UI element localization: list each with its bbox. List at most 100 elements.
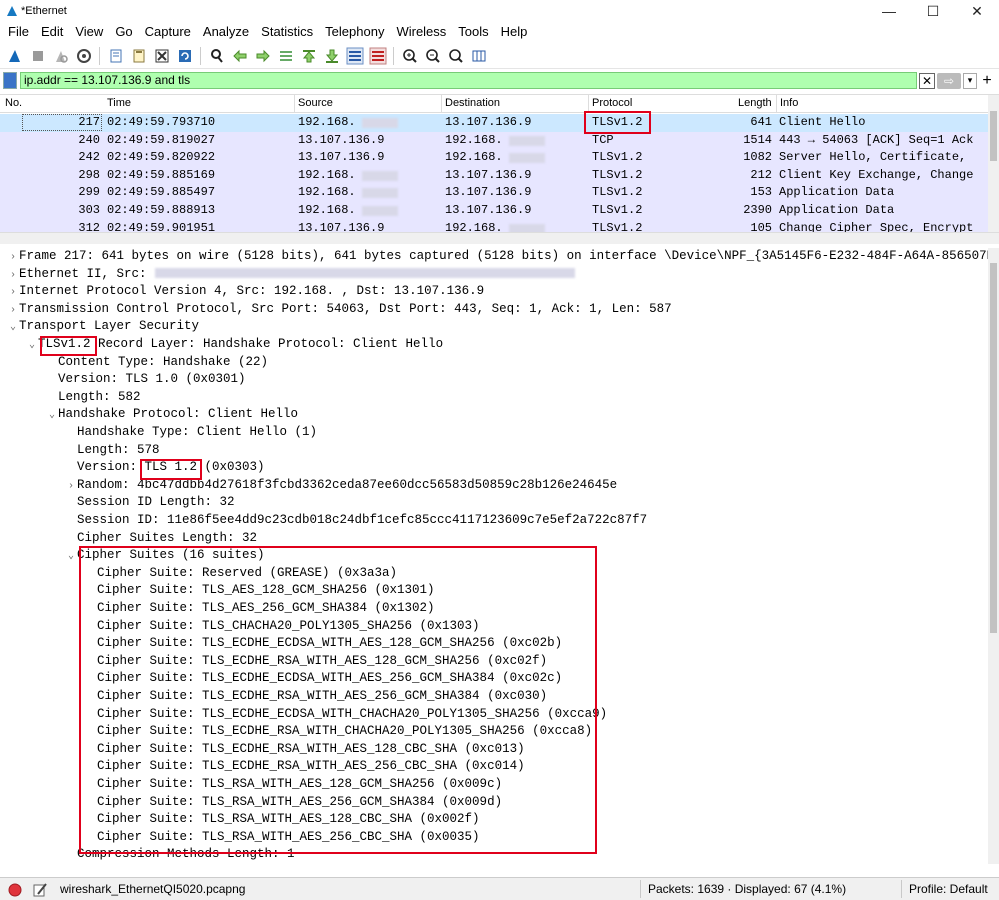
go-back-icon[interactable] bbox=[229, 45, 250, 66]
detail-tree-line[interactable]: ⌄ Handshake Protocol: Client Hello bbox=[46, 406, 298, 424]
close-file-icon[interactable] bbox=[151, 45, 172, 66]
collapsed-chevron-icon[interactable]: › bbox=[7, 267, 19, 285]
column-divider[interactable] bbox=[294, 95, 295, 113]
go-first-icon[interactable] bbox=[298, 45, 319, 66]
add-filter-button[interactable]: + bbox=[979, 72, 995, 89]
resize-columns-icon[interactable] bbox=[468, 45, 489, 66]
capture-options-icon[interactable] bbox=[73, 45, 94, 66]
autoscroll-icon[interactable] bbox=[344, 45, 365, 66]
collapsed-chevron-icon[interactable]: › bbox=[65, 478, 77, 496]
zoom-in-icon[interactable] bbox=[399, 45, 420, 66]
column-header-length[interactable]: Length bbox=[738, 97, 772, 109]
profile-status[interactable]: Profile: Default bbox=[909, 882, 988, 896]
detail-tree-line[interactable]: Cipher Suite: TLS_RSA_WITH_AES_128_CBC_S… bbox=[85, 811, 480, 829]
collapsed-chevron-icon[interactable]: › bbox=[7, 249, 19, 267]
restart-icon[interactable] bbox=[50, 45, 71, 66]
collapsed-chevron-icon[interactable]: › bbox=[7, 284, 19, 302]
zoom-out-icon[interactable] bbox=[422, 45, 443, 66]
detail-tree-line[interactable]: Content Type: Handshake (22) bbox=[46, 354, 268, 372]
packet-row[interactable]: 242 02:49:59.820922 13.107.136.9 192.168. TL… bbox=[0, 149, 988, 167]
minimize-button[interactable]: — bbox=[867, 0, 911, 22]
packet-row[interactable]: 303 02:49:59.888913 192.168. 13.107.136.9 TL… bbox=[0, 202, 988, 220]
capture-comment-icon[interactable] bbox=[32, 882, 48, 898]
detail-tree-line[interactable]: Cipher Suite: TLS_ECDHE_ECDSA_WITH_AES_2… bbox=[85, 670, 562, 688]
detail-tree-line[interactable]: Cipher Suites Length: 32 bbox=[65, 530, 257, 548]
detail-tree-line[interactable]: Cipher Suite: TLS_ECDHE_RSA_WITH_AES_256… bbox=[85, 758, 525, 776]
detail-tree-line[interactable]: ⌄ Cipher Suites (16 suites) bbox=[65, 547, 265, 565]
scrollbar-thumb[interactable] bbox=[990, 111, 997, 161]
packet-row[interactable]: 240 02:49:59.819027 13.107.136.9 192.168. TC… bbox=[0, 131, 988, 150]
packet-row[interactable]: 299 02:49:59.885497 192.168. 13.107.136.9 TL… bbox=[0, 184, 988, 202]
packet-row[interactable]: 217 02:49:59.793710 192.168. 13.107.136.9 TL… bbox=[0, 114, 988, 132]
detail-tree-line[interactable]: Compression Methods Length: 1 bbox=[65, 846, 295, 864]
expert-info-icon[interactable] bbox=[8, 883, 22, 897]
expanded-chevron-icon[interactable]: ⌄ bbox=[46, 407, 58, 425]
close-button[interactable]: ✕ bbox=[955, 0, 999, 22]
column-divider[interactable] bbox=[441, 95, 442, 113]
go-to-packet-icon[interactable] bbox=[275, 45, 296, 66]
detail-tree-line[interactable]: Cipher Suite: TLS_RSA_WITH_AES_256_CBC_S… bbox=[85, 829, 480, 847]
clear-filter-button[interactable]: ✕ bbox=[919, 72, 935, 89]
go-forward-icon[interactable] bbox=[252, 45, 273, 66]
column-header-no[interactable]: No. bbox=[5, 97, 22, 109]
menu-analyze[interactable]: Analyze bbox=[197, 22, 255, 42]
column-header-source[interactable]: Source bbox=[298, 97, 333, 109]
menu-capture[interactable]: Capture bbox=[139, 22, 197, 42]
detail-tree-line[interactable]: Cipher Suite: TLS_ECDHE_RSA_WITH_AES_256… bbox=[85, 688, 547, 706]
packet-list-scrollbar[interactable] bbox=[988, 95, 999, 232]
column-header-time[interactable]: Time bbox=[107, 97, 131, 109]
menu-file[interactable]: File bbox=[2, 22, 35, 42]
detail-tree-line[interactable]: › Transmission Control Protocol, Src Port… bbox=[7, 301, 672, 319]
detail-tree-line[interactable]: Cipher Suite: TLS_RSA_WITH_AES_256_GCM_S… bbox=[85, 794, 502, 812]
packet-row[interactable]: 312 02:49:59.901951 13.107.136.9 192.168. TL… bbox=[0, 219, 988, 232]
expanded-chevron-icon[interactable]: ⌄ bbox=[7, 319, 19, 337]
apply-filter-button[interactable]: ⇨ bbox=[937, 72, 961, 89]
detail-tree-line[interactable]: Cipher Suite: TLS_RSA_WITH_AES_128_GCM_S… bbox=[85, 776, 502, 794]
reload-icon[interactable] bbox=[174, 45, 195, 66]
detail-tree-line[interactable]: Version: TLS 1.2 (0x0303) bbox=[65, 459, 265, 477]
menu-help[interactable]: Help bbox=[495, 22, 534, 42]
filter-history-dropdown[interactable]: ▾ bbox=[963, 72, 977, 89]
detail-tree-line[interactable]: Cipher Suite: TLS_ECDHE_RSA_WITH_CHACHA2… bbox=[85, 723, 592, 741]
detail-tree-line[interactable]: Length: 578 bbox=[65, 442, 160, 460]
menu-wireless[interactable]: Wireless bbox=[390, 22, 452, 42]
save-file-icon[interactable] bbox=[128, 45, 149, 66]
filter-bookmark-icon[interactable] bbox=[3, 72, 17, 89]
menu-telephony[interactable]: Telephony bbox=[319, 22, 390, 42]
display-filter-input[interactable]: ip.addr == 13.107.136.9 and tls bbox=[20, 72, 917, 89]
column-header-protocol[interactable]: Protocol bbox=[592, 97, 632, 109]
expanded-chevron-icon[interactable]: ⌄ bbox=[65, 548, 77, 566]
detail-tree-line[interactable]: Cipher Suite: Reserved (GREASE) (0x3a3a) bbox=[85, 565, 397, 583]
detail-tree-line[interactable]: ⌄ TLSv1.2 Record Layer: Handshake Protoco… bbox=[26, 336, 443, 354]
column-header-info[interactable]: Info bbox=[780, 97, 798, 109]
detail-tree-line[interactable]: › Ethernet II, Src: bbox=[7, 266, 575, 284]
detail-tree-line[interactable]: › Random: 4bc47ddbb4d27618f3fcbd3362ceda8… bbox=[65, 477, 617, 495]
column-divider[interactable] bbox=[588, 95, 589, 113]
detail-tree-line[interactable]: Cipher Suite: TLS_ECDHE_ECDSA_WITH_AES_1… bbox=[85, 635, 562, 653]
menu-tools[interactable]: Tools bbox=[452, 22, 494, 42]
packet-details-scrollbar[interactable] bbox=[988, 248, 999, 864]
detail-tree-line[interactable]: Cipher Suite: TLS_ECDHE_RSA_WITH_AES_128… bbox=[85, 741, 525, 759]
detail-tree-line[interactable]: Cipher Suite: TLS_CHACHA20_POLY1305_SHA2… bbox=[85, 618, 480, 636]
stop-icon[interactable] bbox=[27, 45, 48, 66]
zoom-normal-icon[interactable] bbox=[445, 45, 466, 66]
expanded-chevron-icon[interactable]: ⌄ bbox=[26, 337, 38, 355]
scrollbar-thumb[interactable] bbox=[990, 263, 997, 633]
maximize-button[interactable]: ☐ bbox=[911, 0, 955, 22]
menu-go[interactable]: Go bbox=[109, 22, 138, 42]
detail-tree-line[interactable]: ⌄ Transport Layer Security bbox=[7, 318, 199, 336]
detail-tree-line[interactable]: Cipher Suite: TLS_AES_256_GCM_SHA384 (0x… bbox=[85, 600, 435, 618]
detail-tree-line[interactable]: › Internet Protocol Version 4, Src: 192.1… bbox=[7, 283, 484, 301]
colorize-icon[interactable] bbox=[367, 45, 388, 66]
packet-row[interactable]: 298 02:49:59.885169 192.168. 13.107.136.9 TL… bbox=[0, 166, 988, 185]
find-packet-icon[interactable] bbox=[206, 45, 227, 66]
detail-tree-line[interactable]: Cipher Suite: TLS_AES_128_GCM_SHA256 (0x… bbox=[85, 582, 435, 600]
detail-tree-line[interactable]: Session ID Length: 32 bbox=[65, 494, 235, 512]
column-divider[interactable] bbox=[776, 95, 777, 113]
detail-tree-line[interactable]: Session ID: 11e86f5ee4dd9c23cdb018c24dbf… bbox=[65, 512, 647, 530]
menu-view[interactable]: View bbox=[69, 22, 109, 42]
detail-tree-line[interactable]: Cipher Suite: TLS_ECDHE_RSA_WITH_AES_128… bbox=[85, 653, 547, 671]
detail-tree-line[interactable]: Length: 582 bbox=[46, 389, 141, 407]
column-header-destination[interactable]: Destination bbox=[445, 97, 500, 109]
shark-fin-start-icon[interactable] bbox=[4, 45, 25, 66]
